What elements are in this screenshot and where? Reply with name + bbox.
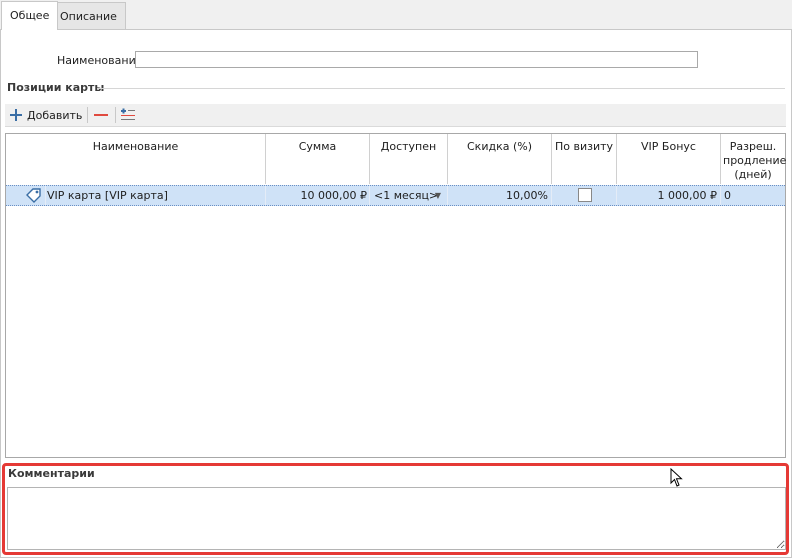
cell-extension-days[interactable]: 0 [721, 186, 785, 205]
row-indicator [6, 186, 46, 205]
tab-strip: Общее Описание [0, 0, 792, 30]
comments-title: Комментарии [8, 467, 95, 480]
column-header-sum[interactable]: Сумма [266, 134, 370, 184]
chevron-down-icon: ▼ [434, 191, 441, 200]
plus-icon [10, 109, 22, 121]
list-sort-icon [121, 108, 135, 120]
column-header-discount[interactable]: Скидка (%) [448, 134, 552, 184]
cell-sum[interactable]: 10 000,00 ₽ [266, 186, 370, 205]
sort-list-button[interactable] [120, 105, 136, 125]
add-button-label: Добавить [27, 108, 83, 122]
cell-per-visit [552, 186, 617, 205]
group-divider [97, 88, 785, 89]
cell-available-dropdown[interactable]: <1 месяц> ▼ [370, 186, 448, 205]
cell-available-value: <1 месяц> [374, 189, 439, 202]
grid-header: Наименование Сумма Доступен Скидка (%) П… [6, 134, 786, 186]
toolbar-separator [115, 107, 116, 123]
tab-description[interactable]: Описание [51, 2, 126, 29]
cell-discount[interactable]: 10,00% [448, 186, 552, 205]
column-header-name[interactable]: Наименование [6, 134, 266, 184]
positions-group-title: Позиции карты [7, 81, 105, 94]
column-header-extension-days[interactable]: Разреш. продление (дней) [721, 134, 786, 184]
column-header-available[interactable]: Доступен [370, 134, 448, 184]
add-button[interactable]: Добавить [9, 105, 82, 125]
minus-icon [94, 114, 108, 116]
mouse-cursor-icon [670, 468, 683, 487]
cell-vip-bonus[interactable]: 1 000,00 ₽ [617, 186, 721, 205]
column-header-vip-bonus[interactable]: VIP Бонус [617, 134, 721, 184]
positions-grid: Наименование Сумма Доступен Скидка (%) П… [5, 133, 786, 458]
tag-icon [26, 188, 41, 203]
table-row[interactable]: VIP карта [VIP карта] 10 000,00 ₽ <1 мес… [6, 185, 785, 206]
per-visit-checkbox[interactable] [578, 188, 592, 202]
tab-general[interactable]: Общее [1, 1, 59, 30]
toolbar-separator [87, 107, 88, 123]
name-label: Наименование: [57, 54, 147, 67]
positions-toolbar: Добавить [5, 104, 786, 127]
comments-textarea[interactable] [7, 487, 786, 550]
remove-button[interactable] [93, 105, 109, 125]
name-input[interactable] [135, 51, 698, 68]
column-header-per-visit[interactable]: По визиту [552, 134, 617, 184]
cell-name[interactable]: VIP карта [VIP карта] [46, 186, 266, 205]
